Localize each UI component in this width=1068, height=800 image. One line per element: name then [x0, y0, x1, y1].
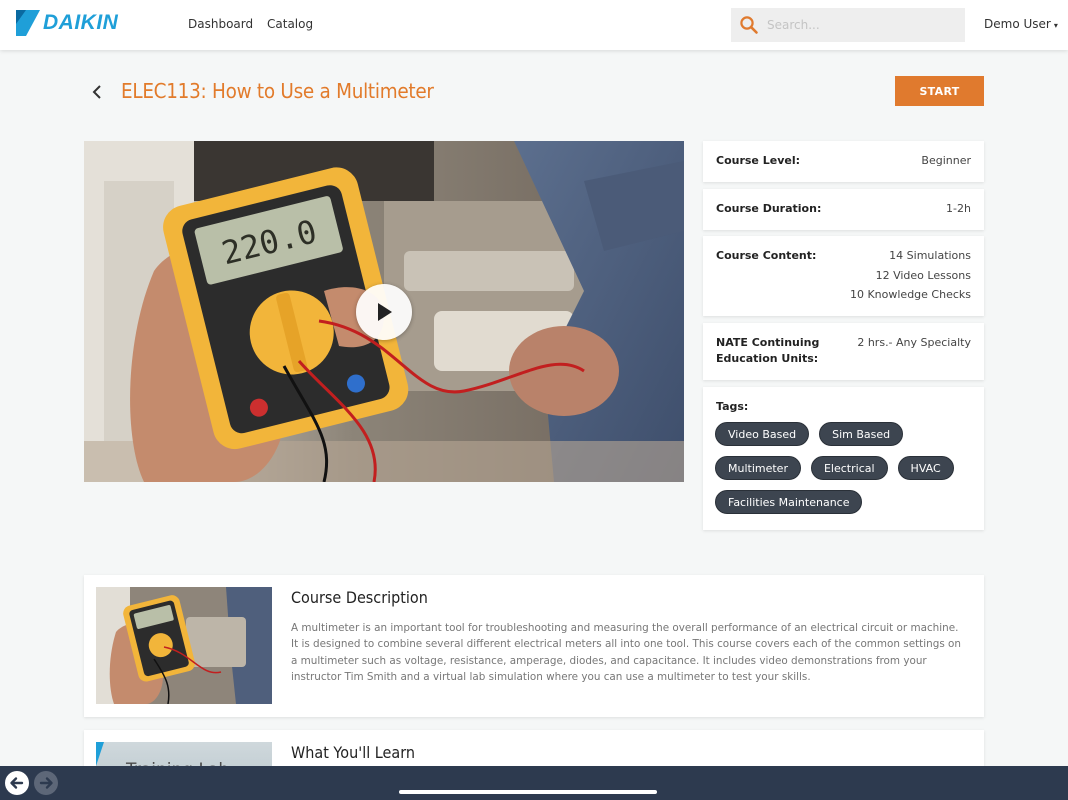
course-level-card: Course Level: Beginner	[703, 141, 984, 182]
course-duration-label: Course Duration:	[716, 202, 822, 215]
course-level-label: Course Level:	[716, 154, 800, 167]
top-navigation-bar: DAIKIN Dashboard Catalog Demo User▾	[0, 0, 1068, 50]
page-title: ELEC113: How to Use a Multimeter	[121, 79, 434, 103]
course-description-title: Course Description	[291, 588, 428, 607]
chevron-left-icon	[92, 85, 101, 99]
search-icon[interactable]	[739, 15, 759, 35]
course-duration-value: 1-2h	[946, 202, 971, 215]
search-input[interactable]	[767, 8, 957, 42]
home-indicator[interactable]	[399, 790, 657, 794]
course-level-value: Beginner	[921, 154, 971, 167]
back-button[interactable]	[86, 80, 108, 104]
course-duration-card: Course Duration: 1-2h	[703, 189, 984, 230]
user-menu[interactable]: Demo User ▾	[984, 17, 1058, 31]
daikin-logo-mark-icon	[16, 10, 40, 36]
course-description-text: A multimeter is an important tool for tr…	[291, 622, 961, 684]
browser-forward-button[interactable]	[34, 771, 58, 795]
nate-label-line-1: NATE Continuing	[716, 336, 820, 349]
nate-label-line-2: Education Units:	[716, 352, 819, 365]
content-knowledge-checks: 10 Knowledge Checks	[849, 288, 971, 301]
logo-text: DAIKIN	[43, 11, 119, 34]
browser-back-button[interactable]	[5, 771, 29, 795]
user-name: Demo User	[984, 17, 1051, 31]
search-box	[731, 8, 965, 42]
course-description-thumbnail	[96, 587, 272, 704]
tags-card: Tags: Video Based Sim Based Multimeter E…	[703, 387, 984, 530]
multimeter-thumbnail-image	[96, 587, 272, 704]
tag-facilities-maintenance[interactable]: Facilities Maintenance	[715, 490, 863, 514]
tags-label: Tags:	[716, 400, 749, 413]
play-button[interactable]	[356, 284, 412, 340]
tag-multimeter[interactable]: Multimeter	[715, 456, 801, 480]
play-icon	[378, 303, 392, 321]
what-youll-learn-title: What You'll Learn	[291, 743, 416, 762]
course-content-card: Course Content: 14 Simulations 12 Video …	[703, 236, 984, 316]
nate-ceu-card: NATE Continuing Education Units: 2 hrs.-…	[703, 323, 984, 380]
chevron-down-icon: ▾	[1053, 21, 1058, 30]
nav-catalog[interactable]: Catalog	[267, 17, 313, 31]
arrow-left-icon	[10, 777, 24, 789]
browser-bottom-bar	[0, 766, 1068, 800]
tag-hvac[interactable]: HVAC	[897, 456, 954, 480]
start-button[interactable]: START	[895, 76, 984, 106]
tag-electrical[interactable]: Electrical	[810, 456, 888, 480]
tags-list: Video Based Sim Based Multimeter Electri…	[715, 422, 975, 514]
course-description-section: Course Description A multimeter is an im…	[84, 575, 984, 717]
tag-sim-based[interactable]: Sim Based	[819, 422, 904, 446]
daikin-logo[interactable]: DAIKIN	[16, 10, 138, 36]
arrow-right-icon	[39, 777, 53, 789]
nav-dashboard[interactable]: Dashboard	[188, 17, 253, 31]
tag-video-based[interactable]: Video Based	[715, 422, 810, 446]
content-simulations: 14 Simulations	[889, 249, 971, 262]
course-content-label: Course Content:	[716, 249, 817, 262]
content-video-lessons: 12 Video Lessons	[875, 268, 971, 282]
course-content-values: 14 Simulations 12 Video Lessons 10 Knowl…	[850, 246, 971, 305]
nate-ceu-value: 2 hrs.- Any Specialty	[857, 336, 971, 349]
nate-ceu-label: NATE Continuing Education Units:	[716, 335, 819, 367]
course-video[interactable]: 220.0	[84, 141, 684, 482]
